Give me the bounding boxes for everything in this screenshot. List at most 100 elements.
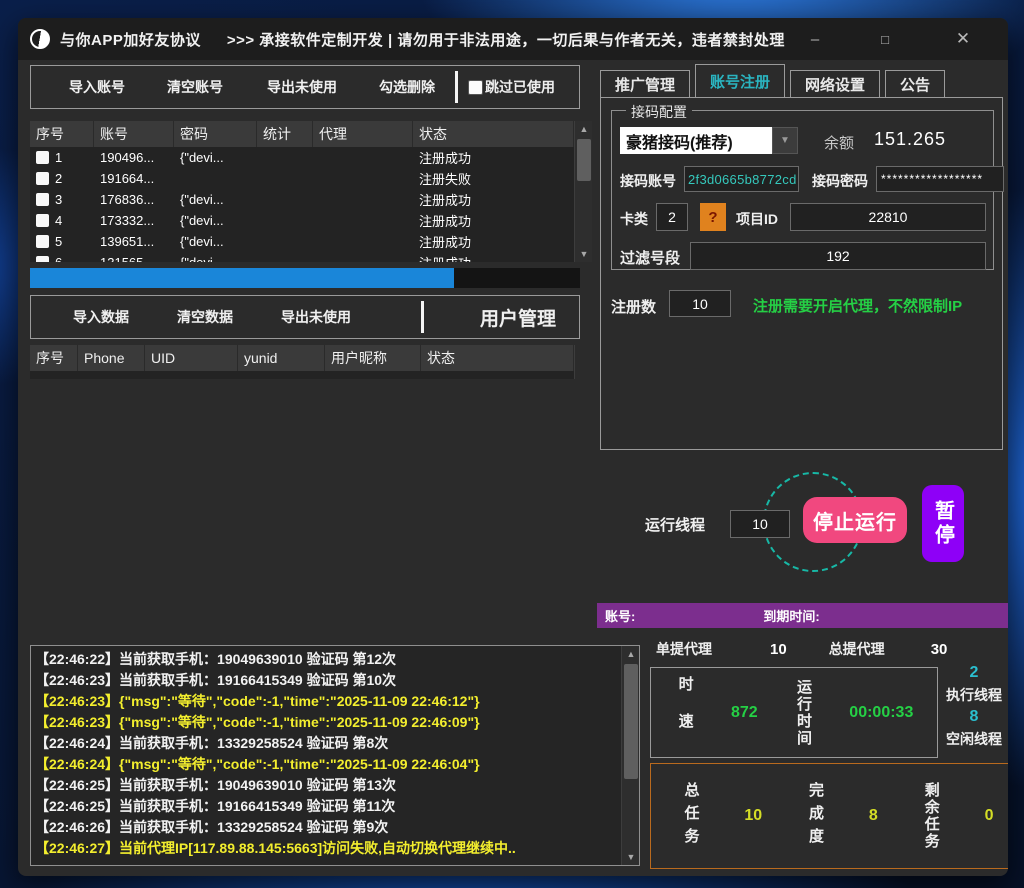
cell-password: {"devi... bbox=[174, 192, 257, 207]
table-row[interactable]: 2191664...注册失败 bbox=[30, 168, 574, 189]
task-stats-box: 总任务 10 完成度 8 剩余任务 0 bbox=[650, 763, 1008, 869]
runtime-label: 运行时间 bbox=[793, 679, 814, 747]
log-scrollbar[interactable]: ▲ ▼ bbox=[621, 646, 639, 865]
user-table-scrollbar[interactable] bbox=[574, 345, 592, 379]
stop-run-button[interactable]: 停止运行 bbox=[803, 497, 907, 543]
single-proxy-value: 10 bbox=[770, 641, 787, 658]
import-accounts-button[interactable]: 导入账号 bbox=[59, 77, 135, 97]
total-proxy-value: 30 bbox=[931, 641, 948, 658]
tab-0[interactable]: 推广管理 bbox=[600, 70, 690, 97]
chevron-down-icon[interactable]: ▼ bbox=[772, 127, 798, 154]
remaining-tasks-value: 0 bbox=[985, 807, 994, 825]
run-threads-input[interactable]: 10 bbox=[730, 510, 790, 538]
table-row[interactable]: 6131565...{"devi...注册成功 bbox=[30, 252, 574, 262]
clear-data-button[interactable]: 清空数据 bbox=[167, 307, 243, 327]
license-account-label: 账号: bbox=[605, 606, 635, 625]
cell-account: 139651... bbox=[94, 234, 174, 249]
scroll-down-icon[interactable]: ▼ bbox=[622, 849, 640, 865]
account-header-col-3: 统计 bbox=[257, 121, 313, 147]
remaining-tasks-label: 剩余任务 bbox=[921, 782, 942, 850]
row-checkbox[interactable] bbox=[36, 214, 49, 227]
maximize-icon[interactable]: □ bbox=[864, 24, 906, 54]
toolbar-divider bbox=[455, 71, 458, 103]
close-icon[interactable]: ✕ bbox=[942, 24, 984, 54]
total-tasks-value: 10 bbox=[744, 807, 762, 825]
scroll-down-icon[interactable]: ▼ bbox=[575, 246, 592, 262]
toolbar-divider bbox=[421, 301, 424, 333]
data-toolbar: 导入数据 清空数据 导出未使用 用户管理 bbox=[30, 295, 580, 339]
user-header-col-4: 用户昵称 bbox=[325, 345, 421, 371]
cell-status: 注册成功 bbox=[413, 148, 574, 167]
user-header-col-5: 状态 bbox=[421, 345, 574, 371]
account-header-col-2: 密码 bbox=[174, 121, 257, 147]
table-row[interactable]: 3176836...{"devi...注册成功 bbox=[30, 189, 574, 210]
export-unused-data-button[interactable]: 导出未使用 bbox=[271, 307, 361, 327]
account-header-col-0: 序号 bbox=[30, 121, 94, 147]
account-table-scrollbar[interactable]: ▲ ▼ bbox=[574, 121, 592, 262]
account-header-col-1: 账号 bbox=[94, 121, 174, 147]
help-button[interactable]: ? bbox=[700, 203, 726, 231]
row-index: 2 bbox=[55, 171, 62, 186]
sms-config-group: 接码配置 豪猪接码(推荐) ▼ 余额 151.265 接码账号 2f3d0665… bbox=[611, 110, 994, 270]
skip-used-label: 跳过已使用 bbox=[485, 77, 555, 97]
cell-account: 173332... bbox=[94, 213, 174, 228]
row-checkbox[interactable] bbox=[36, 151, 49, 164]
import-data-button[interactable]: 导入数据 bbox=[63, 307, 139, 327]
account-header-col-5: 状态 bbox=[413, 121, 574, 147]
clear-accounts-button[interactable]: 清空账号 bbox=[157, 77, 233, 97]
user-table: 序号PhoneUIDyunid用户昵称状态 bbox=[30, 345, 592, 379]
log-console[interactable]: 【22:46:22】当前获取手机：19049639010 验证码 第12次【22… bbox=[30, 645, 640, 866]
scroll-up-icon[interactable]: ▲ bbox=[622, 646, 640, 662]
tab-1[interactable]: 账号注册 bbox=[695, 64, 785, 97]
user-header-col-3: yunid bbox=[238, 345, 325, 371]
row-checkbox[interactable] bbox=[36, 235, 49, 248]
tab-2[interactable]: 网络设置 bbox=[790, 70, 880, 97]
register-count-input[interactable]: 10 bbox=[669, 290, 731, 317]
export-unused-accounts-button[interactable]: 导出未使用 bbox=[257, 77, 347, 97]
log-line: 【22:46:24】当前获取手机：13329258524 验证码 第8次 bbox=[35, 733, 617, 754]
log-line: 【22:46:25】当前获取手机：19049639010 验证码 第13次 bbox=[35, 775, 617, 796]
card-type-input[interactable]: 2 bbox=[656, 203, 688, 231]
done-tasks-label: 完成度 bbox=[805, 782, 826, 851]
sms-provider-select[interactable]: 豪猪接码(推荐) bbox=[620, 127, 772, 154]
log-line: 【22:46:22】当前获取手机：19049639010 验证码 第12次 bbox=[35, 649, 617, 670]
register-count-label: 注册数 bbox=[611, 296, 656, 317]
progress-fill bbox=[30, 268, 454, 288]
user-header-col-0: 序号 bbox=[30, 345, 78, 371]
row-checkbox[interactable] bbox=[36, 172, 49, 185]
sms-password-input[interactable]: ****************** bbox=[876, 166, 1004, 192]
table-row[interactable]: 1190496...{"devi...注册成功 bbox=[30, 147, 574, 168]
card-type-label: 卡类 bbox=[620, 209, 648, 229]
cell-account: 191664... bbox=[94, 171, 174, 186]
speed-box: 时速 872 运行时间 00:00:33 bbox=[650, 667, 938, 758]
log-line: 【22:46:23】{"msg":"等待","code":-1,"time":"… bbox=[35, 691, 617, 712]
filter-prefix-input[interactable]: 192 bbox=[690, 242, 986, 270]
project-id-label: 项目ID bbox=[736, 209, 778, 229]
row-checkbox[interactable] bbox=[36, 256, 49, 262]
row-checkbox[interactable] bbox=[36, 193, 49, 206]
filter-prefix-label: 过滤号段 bbox=[620, 247, 680, 268]
window-subtitle: >>> 承接软件定制开发 | 请勿用于非法用途，一切后果与作者无关，违者禁封处理 bbox=[227, 29, 785, 50]
scroll-thumb[interactable] bbox=[624, 664, 638, 779]
skip-used-checkbox[interactable] bbox=[468, 80, 483, 95]
row-index: 4 bbox=[55, 213, 62, 228]
tab-panel-register: 接码配置 豪猪接码(推荐) ▼ 余额 151.265 接码账号 2f3d0665… bbox=[600, 97, 1003, 450]
minimize-icon[interactable]: – bbox=[794, 24, 836, 54]
cell-status: 注册成功 bbox=[413, 211, 574, 230]
scroll-up-icon[interactable]: ▲ bbox=[575, 121, 592, 137]
app-logo-icon bbox=[30, 29, 50, 49]
sms-account-input[interactable]: 2f3d0665b8772cd bbox=[684, 166, 799, 192]
table-row[interactable]: 5139651...{"devi...注册成功 bbox=[30, 231, 574, 252]
log-line: 【22:46:23】{"msg":"等待","code":-1,"time":"… bbox=[35, 712, 617, 733]
table-row[interactable]: 4173332...{"devi...注册成功 bbox=[30, 210, 574, 231]
account-table-body: 1190496...{"devi...注册成功2191664...注册失败317… bbox=[30, 147, 574, 262]
delete-checked-button[interactable]: 勾选删除 bbox=[369, 77, 445, 97]
tab-3[interactable]: 公告 bbox=[885, 70, 945, 97]
user-manage-button[interactable]: 用户管理 bbox=[470, 304, 566, 331]
runtime-value: 00:00:33 bbox=[849, 704, 913, 722]
pause-button[interactable]: 暂停 bbox=[922, 485, 964, 562]
scroll-thumb[interactable] bbox=[577, 139, 591, 181]
cell-status: 注册成功 bbox=[413, 253, 574, 262]
user-header-col-2: UID bbox=[145, 345, 238, 371]
project-id-input[interactable]: 22810 bbox=[790, 203, 986, 231]
